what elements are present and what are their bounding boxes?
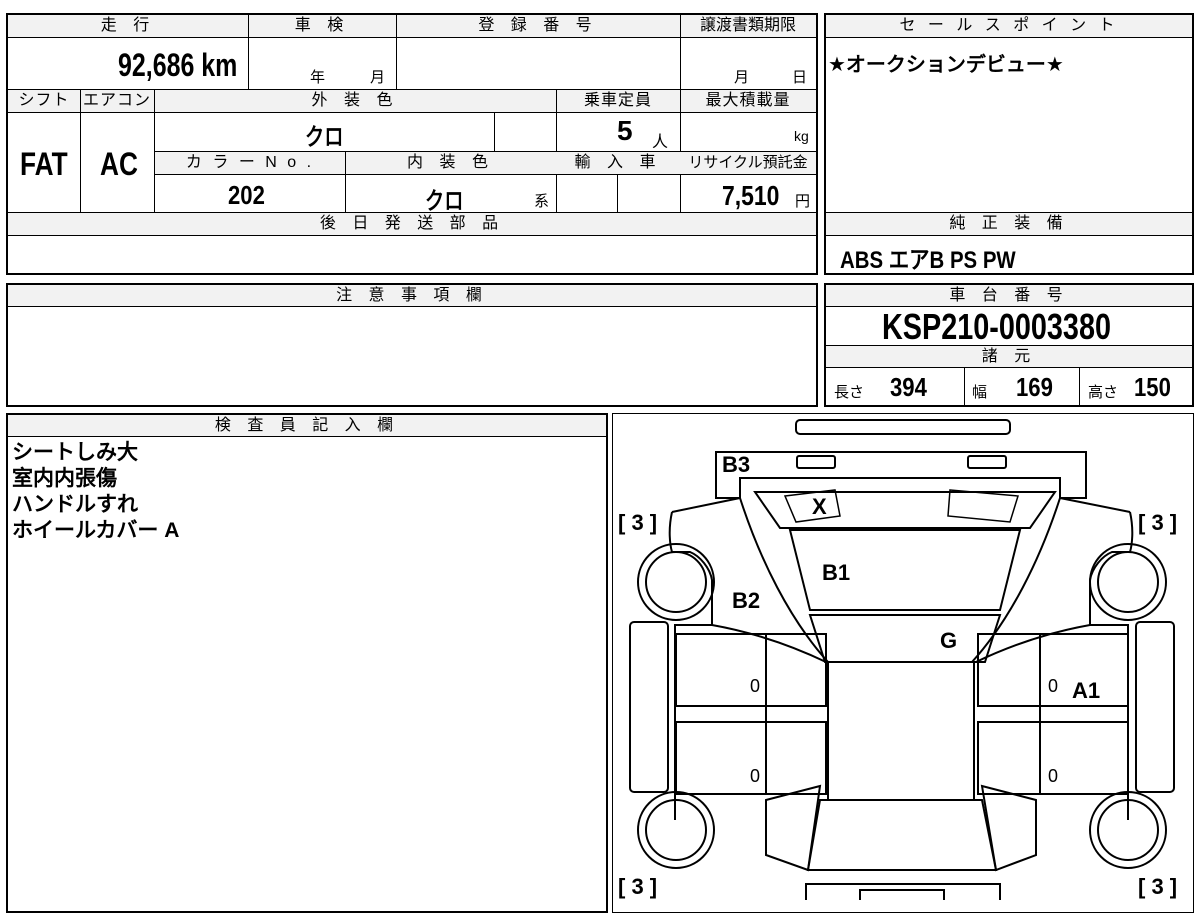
car-diagram xyxy=(629,419,1175,900)
tire-mark-front-left: [ 3 ] xyxy=(618,510,658,535)
tire-mark-front-right: [ 3 ] xyxy=(1138,510,1178,535)
mark-zero: 0 xyxy=(1048,676,1059,696)
mark-zero: 0 xyxy=(1048,766,1059,786)
mark-zero: 0 xyxy=(750,766,761,786)
mark-b2: B2 xyxy=(732,588,761,613)
tire-mark-rear-right: [ 3 ] xyxy=(1138,874,1178,899)
mark-b3: B3 xyxy=(722,452,751,477)
mark-x: X xyxy=(812,494,827,519)
tire-mark-rear-left: [ 3 ] xyxy=(618,874,658,899)
mark-b1: B1 xyxy=(822,560,851,585)
mark-zero: 0 xyxy=(750,676,761,696)
mark-g: G xyxy=(940,628,958,653)
mark-a1: A1 xyxy=(1072,678,1101,703)
